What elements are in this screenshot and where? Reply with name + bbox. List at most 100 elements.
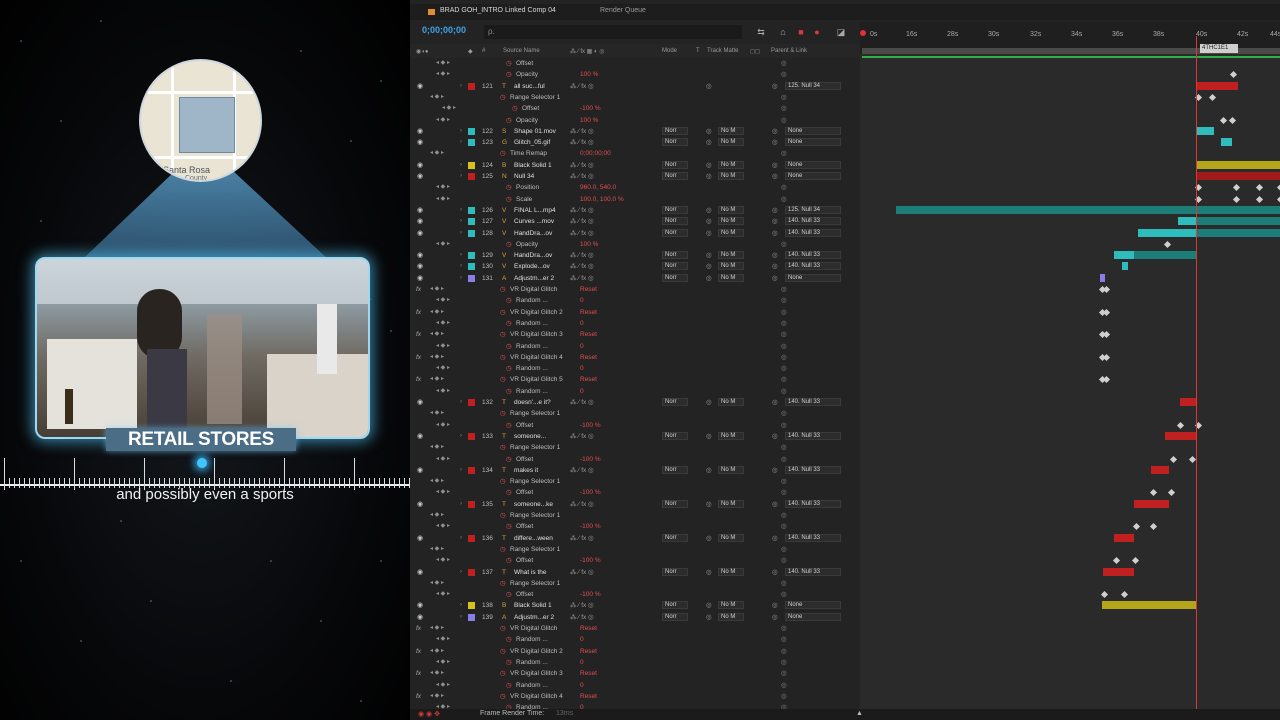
layer-duration-bar[interactable] xyxy=(1196,172,1280,180)
layer-name[interactable]: Shape 01.mov xyxy=(514,126,556,137)
visibility-eye-icon[interactable]: ◉ xyxy=(417,499,423,510)
property-value[interactable]: 0 xyxy=(580,341,584,352)
property-row[interactable]: ◂ ◆ ▸ ◷ Offset -100 % ◎ xyxy=(410,454,860,465)
expression-pickwhip-icon[interactable]: ◎ xyxy=(781,454,787,465)
keyframe-icon[interactable] xyxy=(1102,353,1111,361)
parent-select[interactable]: 140. Null 33 xyxy=(785,228,841,237)
expression-pickwhip-icon[interactable]: ◎ xyxy=(781,408,787,419)
layer-row[interactable]: ◉ › 128 V HandDra...ov ⁂ ⁄ fx ◎ Norr ◎ No M ◎ 140.… xyxy=(410,228,860,239)
pick-whip-icon[interactable]: ◎ xyxy=(772,397,778,408)
parent-select[interactable]: 140. Null 33 xyxy=(785,567,841,576)
track-matte-select[interactable]: No M xyxy=(718,398,744,406)
pick-whip-icon[interactable]: ◎ xyxy=(772,600,778,611)
stopwatch-icon[interactable]: ◷ xyxy=(506,239,512,250)
layer-duration-bar[interactable] xyxy=(1114,251,1134,260)
expand-chevron-icon[interactable]: › xyxy=(460,126,462,137)
track-matte-select[interactable]: No M xyxy=(718,533,744,542)
property-row[interactable]: ◂ ◆ ▸ ◷ Offset -100 % ◎ xyxy=(410,487,860,498)
visibility-eye-icon[interactable]: ◉ xyxy=(417,81,423,92)
expression-pickwhip-icon[interactable]: ◎ xyxy=(781,239,787,250)
keyframe-nav-icon[interactable]: ◂ ◆ ▸ xyxy=(430,578,444,589)
expand-chevron-icon[interactable]: › xyxy=(460,612,462,623)
expression-pickwhip-icon[interactable]: ◎ xyxy=(781,363,787,374)
fx-icon[interactable]: fx xyxy=(416,646,421,657)
keyframe-icon[interactable] xyxy=(1228,116,1237,124)
property-label[interactable]: VR Digital Glitch 4 xyxy=(510,691,563,702)
expand-chevron-icon[interactable]: › xyxy=(460,81,462,92)
layer-switches-icon[interactable]: ⁂ ⁄ fx ◎ xyxy=(570,137,594,148)
layer-duration-bar[interactable] xyxy=(1134,499,1169,508)
pick-whip-icon[interactable]: ◎ xyxy=(772,431,778,442)
expression-pickwhip-icon[interactable]: ◎ xyxy=(781,182,787,193)
property-label[interactable]: Offset xyxy=(516,454,533,465)
property-label[interactable]: Range Selector 1 xyxy=(510,510,560,521)
keyframe-nav-icon[interactable]: ◂ ◆ ▸ xyxy=(436,680,450,691)
expand-chevron-icon[interactable]: › xyxy=(460,171,462,182)
keyframe-nav-icon[interactable]: ◂ ◆ ▸ xyxy=(430,442,444,453)
fx-icon[interactable]: fx xyxy=(416,668,421,679)
layer-name[interactable]: HandDra...ov xyxy=(514,228,552,239)
keyframe-icon[interactable] xyxy=(1255,184,1264,192)
track-matte-select[interactable]: No M xyxy=(718,273,744,282)
preserve-transparency-icon[interactable]: ◎ xyxy=(706,160,712,171)
stopwatch-icon[interactable]: ◷ xyxy=(500,284,506,295)
parent-select[interactable]: 140. Null 33 xyxy=(785,499,841,508)
comp-flow-icon[interactable]: ⇆ xyxy=(756,27,766,37)
parent-select[interactable]: None xyxy=(785,273,841,282)
preserve-transparency-icon[interactable]: ◎ xyxy=(706,465,712,476)
property-value[interactable]: Reset xyxy=(580,691,597,702)
layer-name[interactable]: someone...ke xyxy=(514,499,553,510)
visibility-eye-icon[interactable]: ◉ xyxy=(417,205,423,216)
keyframe-icon[interactable] xyxy=(1219,116,1228,124)
expand-chevron-icon[interactable]: › xyxy=(460,273,462,284)
label-color-swatch[interactable] xyxy=(468,229,475,237)
pick-whip-icon[interactable]: ◎ xyxy=(772,499,778,510)
expression-pickwhip-icon[interactable]: ◎ xyxy=(781,578,787,589)
stopwatch-icon[interactable]: ◷ xyxy=(506,363,512,374)
layer-switches-icon[interactable]: ⁂ ⁄ fx ◎ xyxy=(570,171,594,182)
layer-name[interactable]: Glitch_05.gif xyxy=(514,137,550,148)
cti-handle[interactable] xyxy=(860,30,866,36)
label-color-swatch[interactable] xyxy=(468,263,475,271)
property-label[interactable]: Range Selector 1 xyxy=(510,578,560,589)
preserve-transparency-icon[interactable]: ◎ xyxy=(706,533,712,544)
preserve-transparency-icon[interactable]: ◎ xyxy=(706,499,712,510)
keyframe-nav-icon[interactable]: ◂ ◆ ▸ xyxy=(436,657,450,668)
property-row[interactable]: ◂ ◆ ▸ ◷ Random ... 0 ◎ xyxy=(410,657,860,668)
frame-blend-icon[interactable]: ● xyxy=(812,27,822,37)
layer-duration-bar[interactable] xyxy=(1221,138,1232,147)
layer-switches-icon[interactable]: ⁂ ⁄ fx ◎ xyxy=(570,465,594,476)
layer-name[interactable]: Adjustm...er 2 xyxy=(514,273,554,284)
label-color-swatch[interactable] xyxy=(468,161,475,169)
keyframe-icon[interactable] xyxy=(1102,376,1111,384)
stopwatch-icon[interactable]: ◷ xyxy=(500,476,506,487)
expression-pickwhip-icon[interactable]: ◎ xyxy=(781,623,787,634)
expression-pickwhip-icon[interactable]: ◎ xyxy=(781,420,787,431)
expression-pickwhip-icon[interactable]: ◎ xyxy=(781,544,787,555)
blend-mode-select[interactable]: Norr xyxy=(662,126,688,135)
render-toggle-icon[interactable]: ◉ ◉ ✥ xyxy=(418,710,440,718)
expand-chevron-icon[interactable]: › xyxy=(460,397,462,408)
property-label[interactable]: VR Digital Glitch 2 xyxy=(510,307,563,318)
preserve-transparency-icon[interactable]: ◎ xyxy=(706,137,712,148)
layer-name[interactable]: Curves ...mov xyxy=(514,216,554,227)
property-value[interactable]: 100.0, 100.0 % xyxy=(580,194,624,205)
property-value[interactable]: Reset xyxy=(580,668,597,679)
visibility-eye-icon[interactable]: ◉ xyxy=(417,465,423,476)
preserve-transparency-icon[interactable]: ◎ xyxy=(706,205,712,216)
layer-name[interactable]: Null 34 xyxy=(514,171,534,182)
keyframe-nav-icon[interactable]: ◂ ◆ ▸ xyxy=(436,318,450,329)
property-value[interactable]: 0 xyxy=(580,318,584,329)
blend-mode-select[interactable]: Norr xyxy=(662,205,688,214)
stopwatch-icon[interactable]: ◷ xyxy=(506,69,512,80)
current-timecode[interactable]: 0;00;00;00 xyxy=(422,25,466,35)
stopwatch-icon[interactable]: ◷ xyxy=(500,646,506,657)
layer-row[interactable]: ◉ › 121 Tall suc...ful ⁂ ⁄ fx ◎ ◎ ◎ 125. Null 3… xyxy=(410,81,860,92)
visibility-eye-icon[interactable]: ◉ xyxy=(417,567,423,578)
parent-select[interactable]: 125. Null 34 xyxy=(785,205,841,214)
property-label[interactable]: Random ... xyxy=(516,680,548,691)
preserve-transparency-icon[interactable]: ◎ xyxy=(706,171,712,182)
blend-mode-select[interactable]: Norr xyxy=(662,273,688,282)
preserve-transparency-icon[interactable]: ◎ xyxy=(706,126,712,137)
property-value[interactable]: 0 xyxy=(580,295,584,306)
